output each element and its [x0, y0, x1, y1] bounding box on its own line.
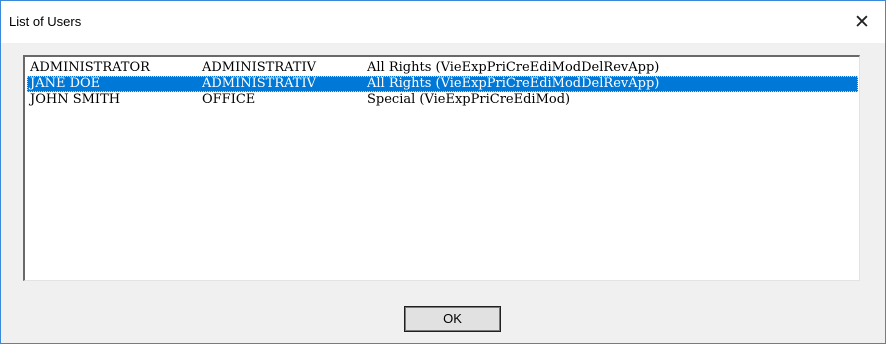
user-row-jane-doe[interactable]: JANE DOE ADMINISTRATIV All Rights (VieEx…: [27, 76, 858, 92]
list-of-users-dialog: List of Users ✕ ADMINISTRATOR ADMINISTRA…: [0, 0, 886, 344]
user-rights: All Rights (VieExpPriCreEdiModDelRevApp): [367, 76, 660, 91]
user-group: ADMINISTRATIV: [202, 60, 317, 75]
title-bar[interactable]: List of Users ✕: [1, 1, 885, 43]
user-name: ADMINISTRATOR: [30, 60, 150, 75]
user-rights: All Rights (VieExpPriCreEdiModDelRevApp): [367, 60, 660, 75]
user-name: JANE DOE: [30, 76, 101, 91]
close-icon[interactable]: ✕: [839, 1, 885, 43]
user-group: ADMINISTRATIV: [202, 76, 317, 91]
ok-button[interactable]: OK: [404, 306, 501, 332]
user-rights: Special (VieExpPriCreEdiMod): [367, 92, 571, 107]
users-listbox[interactable]: ADMINISTRATOR ADMINISTRATIV All Rights (…: [23, 55, 860, 281]
user-row-administrator[interactable]: ADMINISTRATOR ADMINISTRATIV All Rights (…: [27, 60, 858, 76]
user-name: JOHN SMITH: [30, 92, 121, 107]
user-row-john-smith[interactable]: JOHN SMITH OFFICE Special (VieExpPriCreE…: [27, 92, 858, 108]
dialog-title: List of Users: [9, 14, 82, 29]
user-group: OFFICE: [202, 92, 256, 107]
